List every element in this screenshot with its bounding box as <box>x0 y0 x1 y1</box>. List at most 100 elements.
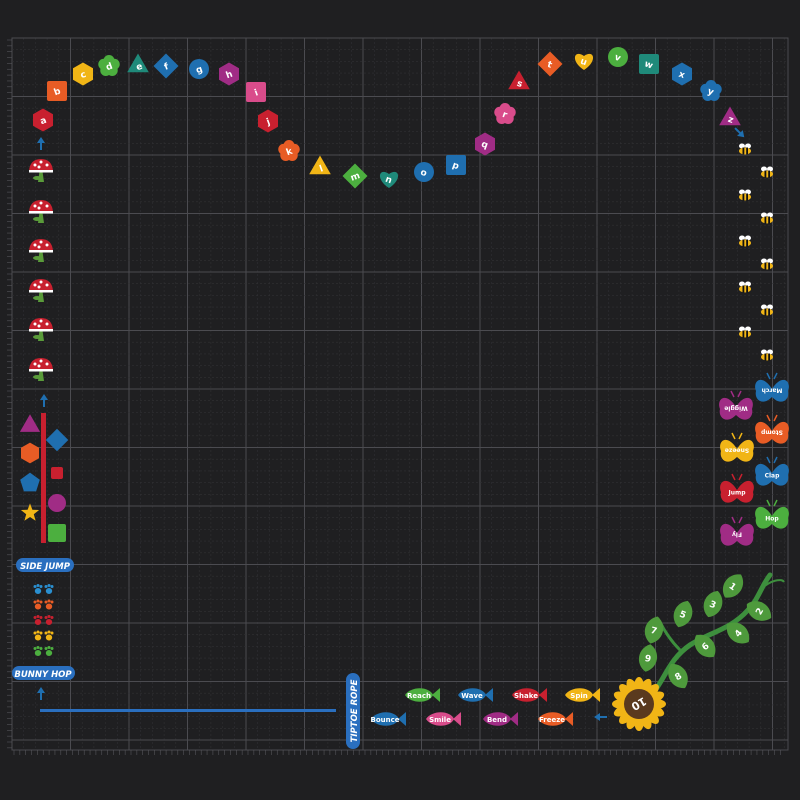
bunny-hop-footprints <box>33 584 54 656</box>
mushroom-spot <box>37 324 41 328</box>
paw-pad <box>34 650 42 656</box>
leaf-8: 8 <box>668 663 688 689</box>
paw-pad <box>34 588 42 594</box>
mushroom-leaf <box>33 296 41 300</box>
mushroom-spot <box>45 204 49 208</box>
bee-stripe <box>746 285 748 293</box>
bunny-footprint <box>44 630 54 641</box>
bee-stripe <box>742 147 745 155</box>
letter-tile-y: y <box>700 80 722 101</box>
letter-tile-b: b <box>47 81 67 101</box>
butterfly-antenna <box>773 499 778 507</box>
fish-tail <box>539 688 547 702</box>
paw-toe <box>36 630 40 634</box>
rectangle-shape <box>51 467 63 479</box>
bee-trail <box>739 143 773 361</box>
bee-stripe <box>768 353 770 361</box>
fish-smile: Smile <box>426 712 461 726</box>
paw-toe <box>50 616 54 619</box>
mushroom-spot <box>33 163 37 167</box>
paw-toe <box>33 631 37 635</box>
arrow-head <box>37 137 45 143</box>
fish-label: Freeze <box>539 716 565 724</box>
mushroom <box>29 200 53 223</box>
grid-border <box>11 37 789 751</box>
paw-toe <box>47 584 51 587</box>
bee-stripe <box>746 330 748 338</box>
letter-tile-j: j <box>258 109 278 133</box>
fish-freeze: Freeze <box>538 712 573 726</box>
paw-pad <box>45 588 53 594</box>
bunny-hop-label: BUNNY HOP <box>12 666 75 680</box>
paw-toe <box>39 616 43 619</box>
butterfly-antenna <box>766 456 771 464</box>
paw-toe <box>47 646 51 649</box>
side-jump-area <box>19 413 69 543</box>
paw-toe <box>36 599 40 603</box>
letter-tile-c: c <box>73 62 93 86</box>
mushroom-rim <box>29 329 53 332</box>
letter-tile-l: l <box>309 155 331 175</box>
letter-tile-m: m <box>342 163 368 189</box>
letter-tile-x: x <box>672 62 692 86</box>
mushroom-spot <box>45 283 49 287</box>
butterfly-antenna <box>773 414 778 422</box>
fish-label: Wave <box>461 692 483 700</box>
paw-toe <box>39 647 43 650</box>
mushroom <box>29 318 53 341</box>
leaf-7: 7 <box>644 616 664 644</box>
fish-label: Reach <box>407 692 431 700</box>
fish-wave: Wave <box>458 688 493 702</box>
direction-arrows <box>37 127 745 721</box>
paw-toe <box>39 631 43 635</box>
butterfly-antenna <box>738 473 743 481</box>
paw-pad <box>45 634 53 641</box>
paw-toe <box>44 647 48 650</box>
bee-stripe <box>764 353 767 361</box>
letter-tile-p: p <box>446 155 466 175</box>
bee-body <box>761 353 773 361</box>
arrow-up <box>37 137 45 150</box>
paw-pad <box>45 603 53 610</box>
fish-label: Bend <box>487 716 507 724</box>
bunny-footprint <box>44 584 54 594</box>
bee <box>761 258 773 270</box>
mushroom-leaf <box>33 256 41 260</box>
fish-actions: Bounce Reach Smile Wave Bend Shake Freeze Spin <box>370 688 600 726</box>
letter-tile-f: f <box>153 53 179 79</box>
fish-label: Bounce <box>370 716 399 724</box>
letter-tile-v: v <box>608 47 628 67</box>
mushroom-spot <box>39 359 43 363</box>
butterfly-label: Fly <box>732 531 742 538</box>
paw-toe <box>33 600 37 604</box>
arrow-head <box>37 687 45 693</box>
letter-tile-u: u <box>574 53 594 70</box>
mushroom-spot <box>33 283 37 287</box>
arrow-shaft <box>40 692 42 700</box>
beanstalk-vine: 123456789 <box>638 572 785 700</box>
letter-tile-o: o <box>414 162 434 182</box>
mushroom-spot <box>37 245 41 249</box>
mushroom-rim <box>29 250 53 253</box>
mushroom-rim <box>29 369 53 372</box>
mushroom-spot <box>45 243 49 247</box>
bee <box>739 326 751 338</box>
mushroom-rim <box>29 290 53 293</box>
alphabet-trail: abcd e f g hijklm nopqrst u vwxyz <box>33 47 741 189</box>
letter-tile-r: r <box>494 103 516 124</box>
butterfly-label: Stomp <box>760 429 783 436</box>
paw-toe <box>33 585 37 588</box>
letter-tile-h: h <box>219 62 239 86</box>
bee-stripe <box>768 216 770 224</box>
mushroom <box>29 279 53 302</box>
mushroom-leaf <box>33 217 41 221</box>
bee <box>761 166 773 178</box>
paw-toe <box>36 615 40 618</box>
paw-toe <box>50 585 54 588</box>
fish-shake: Shake <box>512 688 547 702</box>
bee-stripe <box>746 147 748 155</box>
bee <box>761 349 773 361</box>
butterfly-label: March <box>762 387 783 394</box>
fish-reach: Reach <box>405 688 440 702</box>
paw-toe <box>39 585 43 588</box>
